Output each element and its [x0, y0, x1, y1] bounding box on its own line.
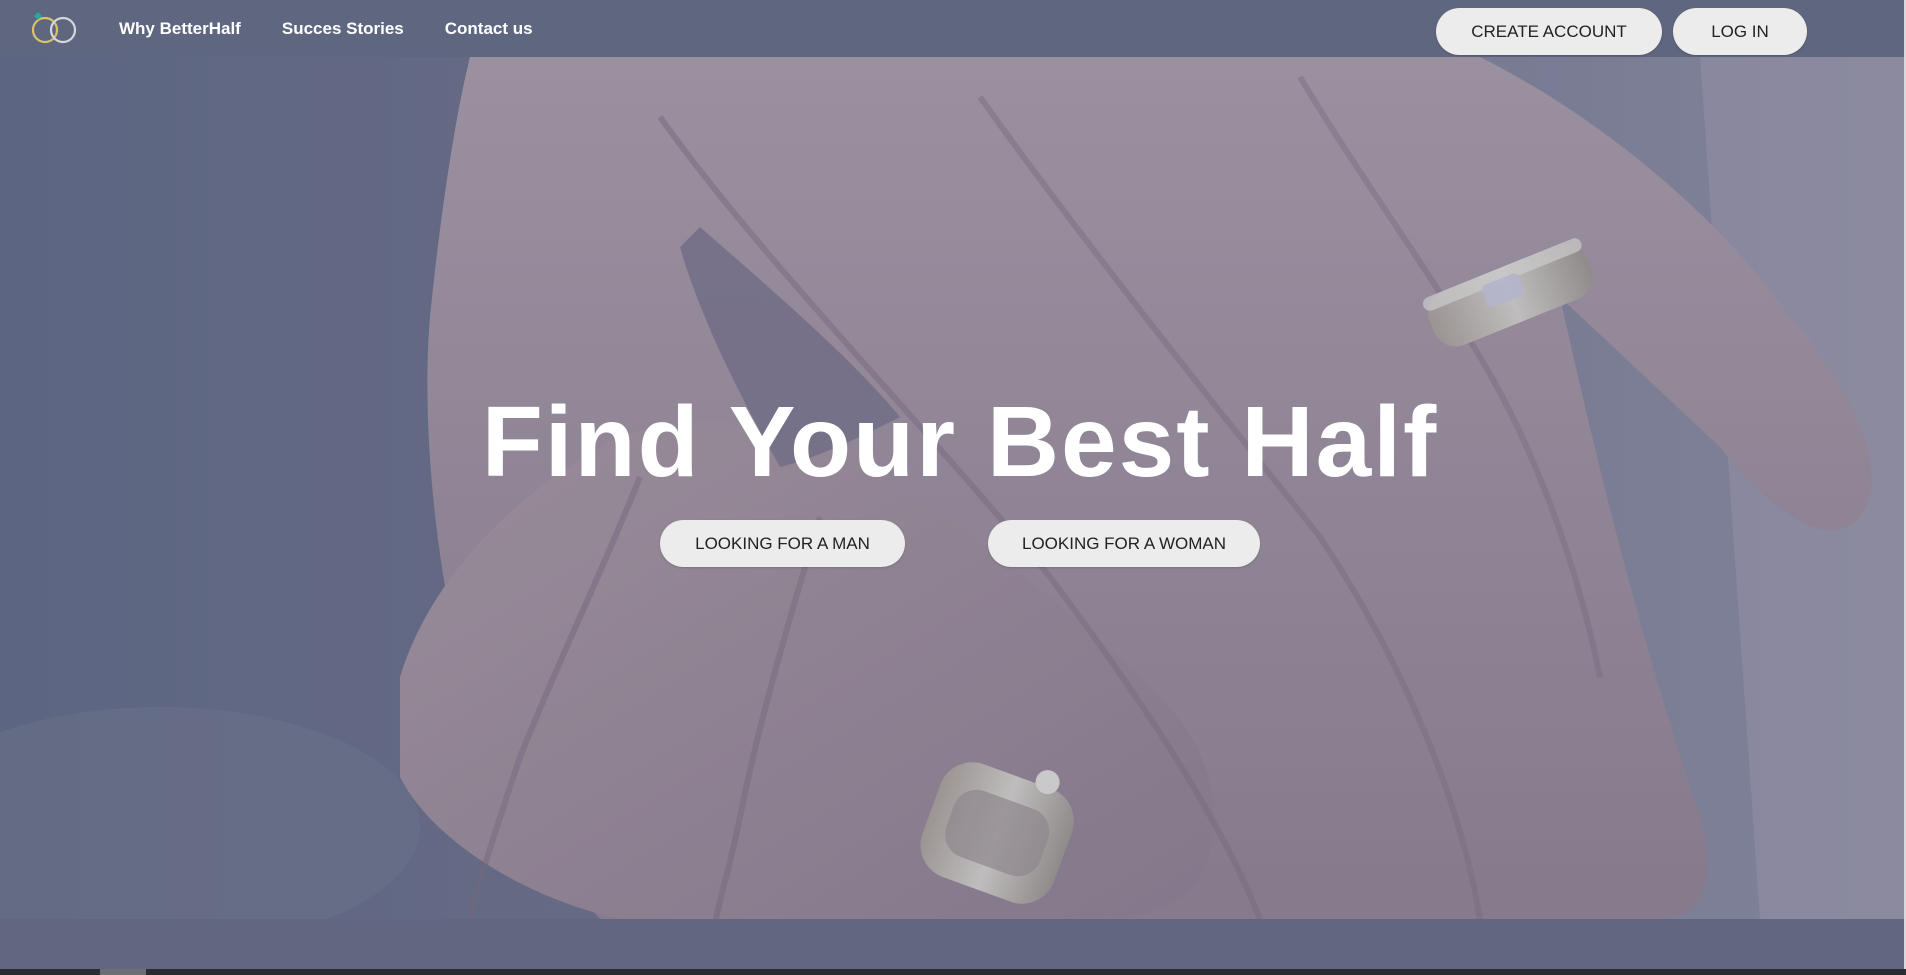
navbar: Why BetterHalf Succes Stories Contact us…	[0, 0, 1904, 57]
nav-links: Why BetterHalf Succes Stories Contact us	[119, 0, 533, 57]
nav-link-success-stories[interactable]: Succes Stories	[282, 19, 404, 39]
page: Why BetterHalf Succes Stories Contact us…	[0, 0, 1906, 975]
create-account-button[interactable]: CREATE ACCOUNT	[1436, 8, 1662, 55]
horizontal-scrollbar[interactable]	[0, 969, 1906, 975]
viewport: Why BetterHalf Succes Stories Contact us…	[0, 0, 1906, 975]
looking-for-woman-button[interactable]: LOOKING FOR A WOMAN	[988, 520, 1260, 567]
nav-link-why-betterhalf[interactable]: Why BetterHalf	[119, 19, 241, 39]
looking-for-man-button[interactable]: LOOKING FOR A MAN	[660, 520, 905, 567]
footer-band	[0, 919, 1904, 969]
hero-headline: Find Your Best Half	[481, 386, 1439, 498]
logo-rings-icon[interactable]	[28, 10, 82, 46]
nav-link-contact-us[interactable]: Contact us	[445, 19, 533, 39]
scrollbar-thumb[interactable]	[100, 969, 146, 975]
log-in-button[interactable]: LOG IN	[1673, 8, 1807, 55]
